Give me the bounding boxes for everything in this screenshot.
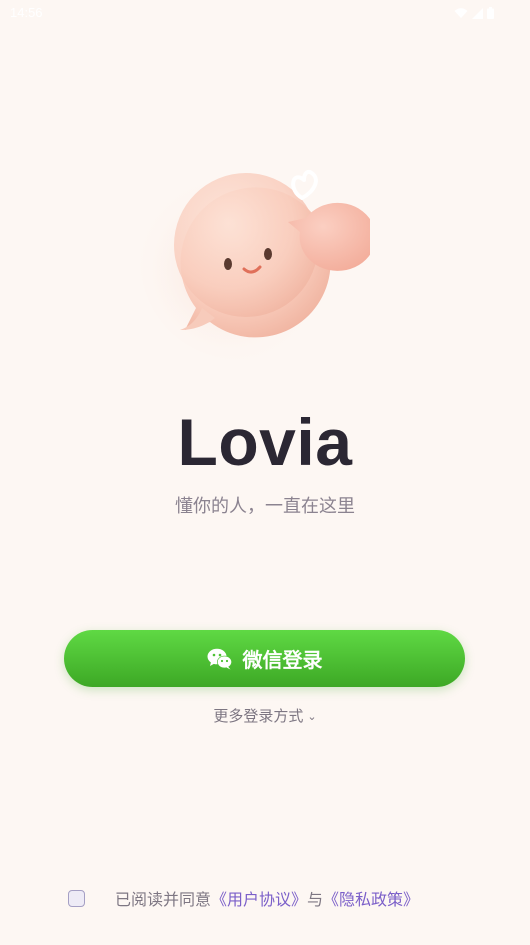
agreement-row: 已阅读并同意《用户协议》与《隐私政策》 xyxy=(68,886,468,910)
privacy-policy-link[interactable]: 《隐私政策》 xyxy=(323,890,419,909)
tagline: 懂你的人，一直在这里 xyxy=(175,496,355,517)
agreement-text: 已阅读并同意《用户协议》与《隐私政策》 xyxy=(115,886,419,910)
battery-icon xyxy=(487,7,494,19)
wechat-login-label: 微信登录 xyxy=(242,648,323,672)
agreement-prefix: 已阅读并同意 xyxy=(115,890,212,909)
mascot-illustration xyxy=(140,160,370,360)
agreement-checkbox[interactable] xyxy=(68,889,85,907)
wechat-icon xyxy=(207,648,232,669)
chevron-down-icon: ⌄ xyxy=(307,710,317,723)
wechat-login-button[interactable]: 微信登录 xyxy=(64,630,465,687)
status-time: 14:56 xyxy=(10,5,43,20)
status-icons xyxy=(454,7,494,19)
more-login-label: 更多登录方式 xyxy=(213,707,304,725)
wifi-icon xyxy=(454,7,468,18)
agreement-conjunction: 与 xyxy=(307,890,324,909)
status-bar: 14:56 xyxy=(0,0,530,28)
user-agreement-link[interactable]: 《用户协议》 xyxy=(211,890,307,909)
signal-icon xyxy=(472,7,483,19)
more-login-options[interactable]: 更多登录方式 ⌄ xyxy=(0,705,530,726)
app-title: Lovia xyxy=(177,405,353,479)
